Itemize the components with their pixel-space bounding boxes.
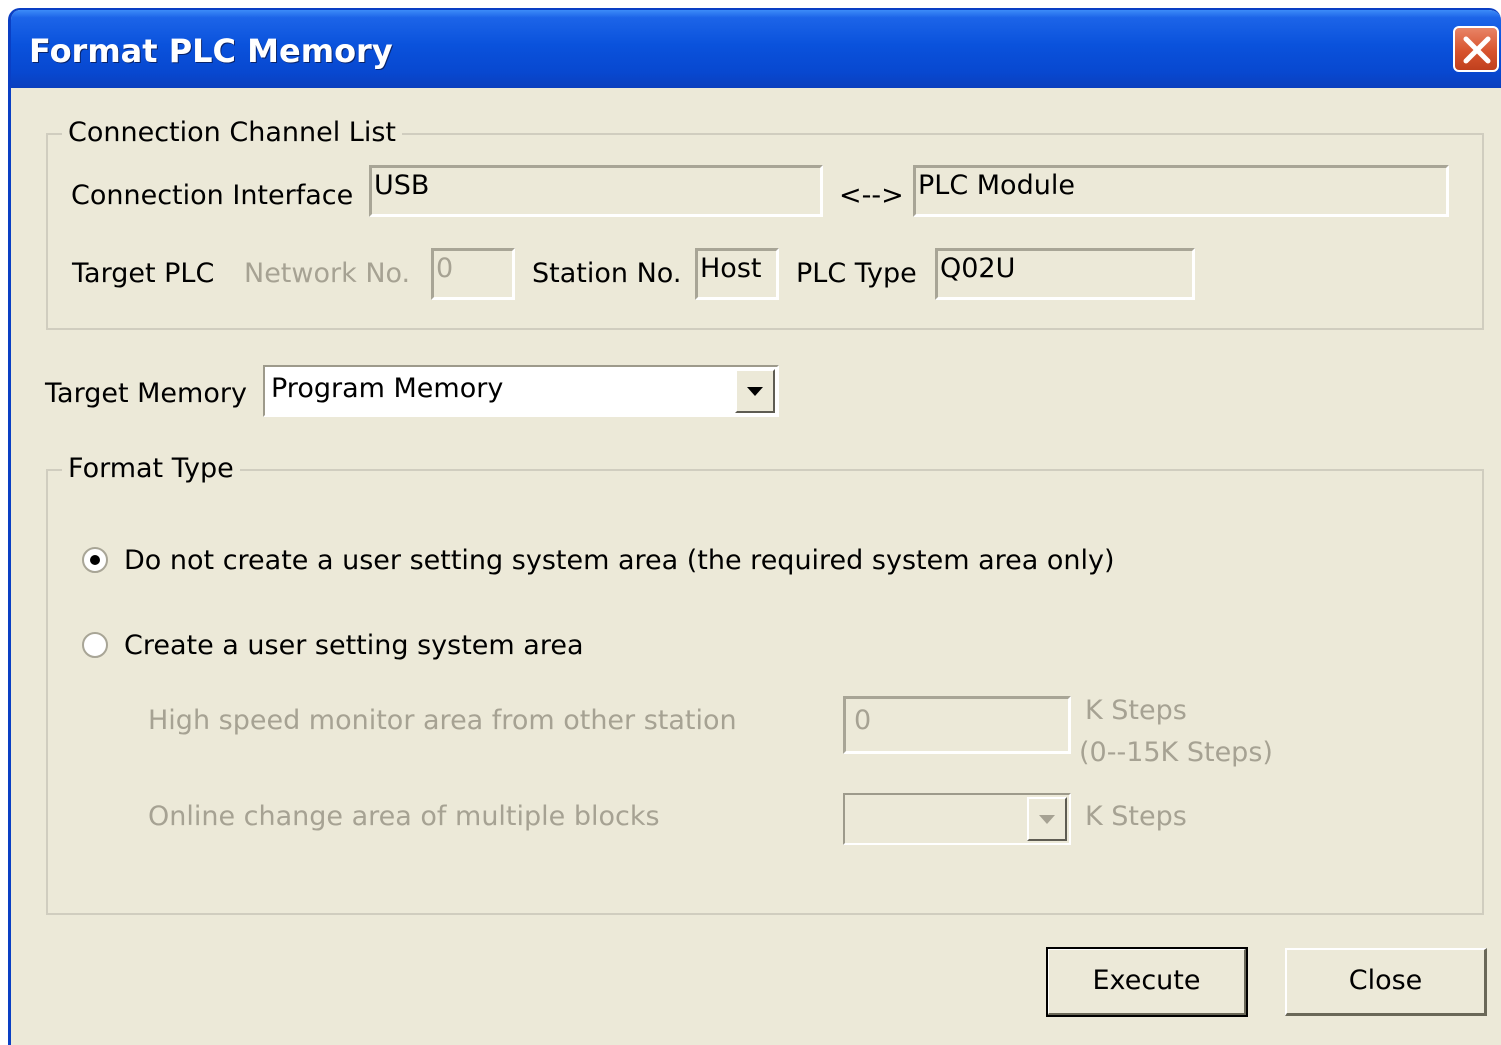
execute-button[interactable]: Execute [1046,947,1248,1017]
high-speed-range-label: (0--15K Steps) [1079,737,1273,768]
high-speed-unit-label: K Steps [1085,695,1187,726]
target-memory-select[interactable]: Program Memory [263,365,779,417]
option-no-user-area-radio[interactable] [82,547,108,573]
station-no-field: Host [695,248,779,300]
format-type-group [46,469,1484,915]
online-change-select [843,793,1071,845]
connection-interface-field: USB [369,165,823,217]
close-window-button[interactable] [1453,26,1499,72]
target-memory-value: Program Memory [271,373,504,404]
high-speed-monitor-field: 0 [843,696,1071,754]
option-create-user-area-radio[interactable] [82,632,108,658]
online-change-label: Online change area of multiple blocks [148,801,660,832]
target-memory-dropdown-button[interactable] [735,369,775,413]
online-change-dropdown-button [1027,797,1067,841]
option-create-user-area-label[interactable]: Create a user setting system area [124,630,584,661]
connection-arrow-text: <--> [839,180,904,211]
online-change-unit-label: K Steps [1085,801,1187,832]
format-type-legend: Format Type [62,453,240,484]
network-no-label: Network No. [244,258,411,289]
target-memory-label: Target Memory [45,378,247,409]
connection-channel-group [46,133,1484,330]
target-plc-label: Target PLC [72,258,215,289]
connection-interface-label: Connection Interface [71,180,354,211]
high-speed-monitor-label: High speed monitor area from other stati… [148,705,737,736]
title-bar[interactable]: Format PLC Memory [11,10,1501,88]
plc-type-field: Q02U [935,248,1195,300]
network-no-field: 0 [431,248,515,300]
window-title: Format PLC Memory [29,32,393,70]
format-plc-memory-dialog: Format PLC Memory Connection Channel Lis… [8,8,1501,1045]
radio-selected-dot [90,555,100,565]
plc-type-label: PLC Type [796,258,917,289]
close-icon [1463,36,1491,64]
chevron-down-icon [1039,815,1055,824]
connection-channel-legend: Connection Channel List [62,117,402,148]
chevron-down-icon [747,387,763,396]
station-no-label: Station No. [532,258,682,289]
close-button[interactable]: Close [1285,948,1487,1016]
option-no-user-area-label[interactable]: Do not create a user setting system area… [124,545,1115,576]
plc-module-field: PLC Module [913,165,1449,217]
